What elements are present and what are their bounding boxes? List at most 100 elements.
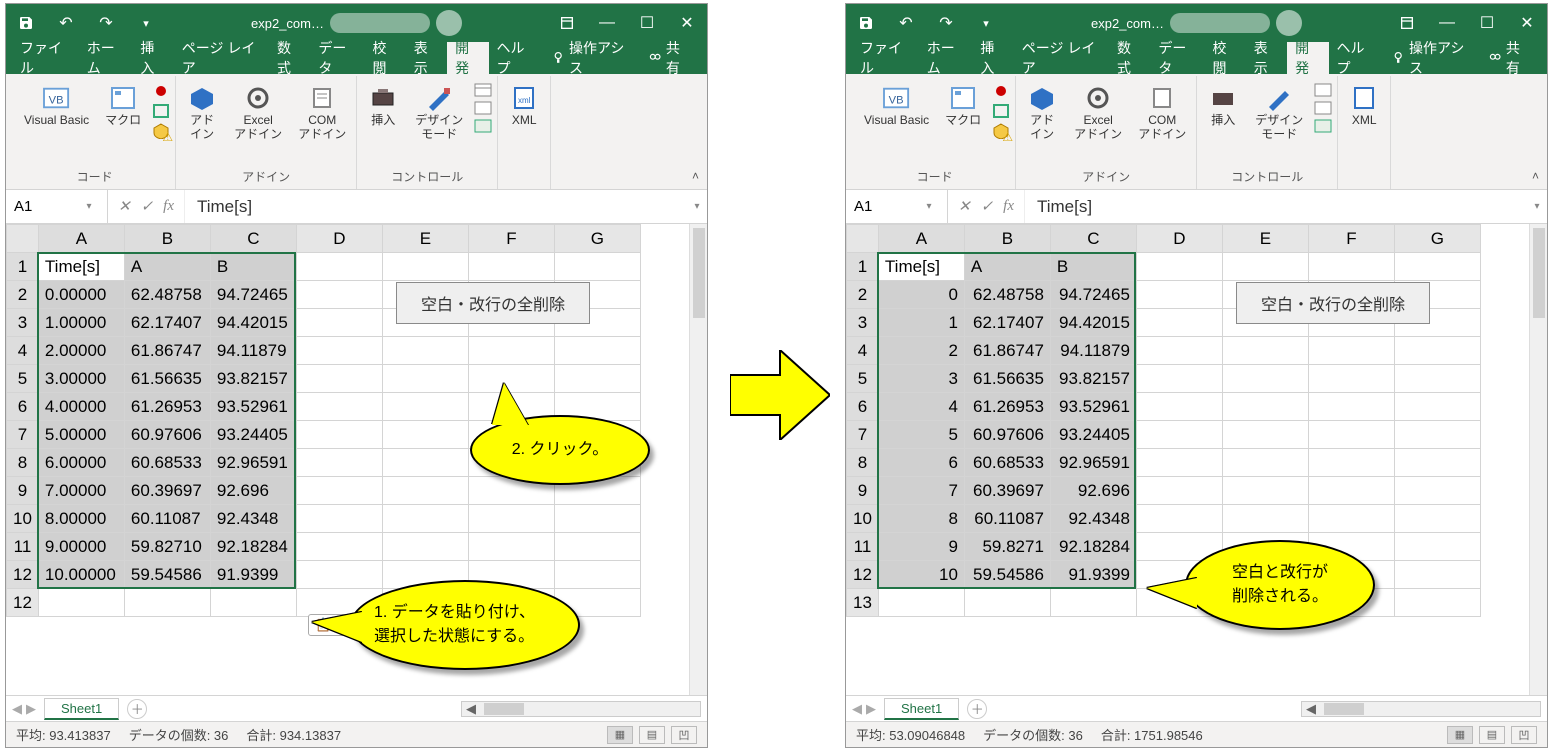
cell[interactable] <box>1394 449 1480 477</box>
addins-button[interactable]: アド イン <box>1020 82 1064 144</box>
collapse-ribbon-icon[interactable]: ˄ <box>1532 169 1539 183</box>
close-icon[interactable]: ✕ <box>667 4 707 42</box>
horizontal-scrollbar[interactable]: ◀ <box>461 701 701 717</box>
macro-security-icon[interactable] <box>151 122 171 140</box>
tab-view[interactable]: 表示 <box>406 42 447 74</box>
cell[interactable]: 2 <box>878 337 964 365</box>
macro-delete-spaces-button[interactable]: 空白・改行の全削除 <box>1236 282 1430 324</box>
save-icon[interactable] <box>846 4 886 42</box>
sheet-nav-prev-icon[interactable]: ◀ <box>852 701 862 717</box>
tab-tell-me[interactable]: 操作アシス <box>543 42 640 74</box>
cell[interactable] <box>1222 253 1308 281</box>
cell[interactable]: 93.24405 <box>1050 421 1136 449</box>
row-header[interactable]: 12 <box>847 561 879 589</box>
tab-share[interactable]: 共有 <box>640 42 699 74</box>
cell[interactable] <box>382 421 468 449</box>
cell[interactable]: 91.9399 <box>210 561 296 589</box>
cancel-formula-icon[interactable]: ✕ <box>958 197 971 216</box>
column-header[interactable]: E <box>1222 225 1308 253</box>
column-header[interactable]: B <box>124 225 210 253</box>
cell[interactable]: 59.54586 <box>124 561 210 589</box>
column-header[interactable]: E <box>382 225 468 253</box>
cell[interactable]: 61.56635 <box>124 365 210 393</box>
cell[interactable] <box>1308 393 1394 421</box>
cell[interactable] <box>124 589 210 617</box>
cell[interactable]: 60.97606 <box>124 421 210 449</box>
cell[interactable] <box>1308 365 1394 393</box>
properties-icon[interactable] <box>1313 82 1333 98</box>
cell[interactable] <box>1222 337 1308 365</box>
view-normal-icon[interactable]: ▦ <box>607 726 633 744</box>
cell[interactable] <box>1136 505 1222 533</box>
cell[interactable] <box>38 589 124 617</box>
cell[interactable]: 59.82710 <box>124 533 210 561</box>
row-header[interactable]: 12 <box>7 589 39 617</box>
tab-tell-me[interactable]: 操作アシス <box>1383 42 1480 74</box>
cell[interactable]: 93.52961 <box>210 393 296 421</box>
formula-input[interactable]: Time[s] <box>185 190 687 223</box>
cell[interactable]: B <box>210 253 296 281</box>
cell[interactable]: 5.00000 <box>38 421 124 449</box>
cell[interactable]: 0.00000 <box>38 281 124 309</box>
cell[interactable]: 60.68533 <box>124 449 210 477</box>
cell[interactable] <box>1136 281 1222 309</box>
column-header[interactable]: F <box>1308 225 1394 253</box>
cell[interactable] <box>382 253 468 281</box>
view-page-layout-icon[interactable]: ▤ <box>1479 726 1505 744</box>
relative-ref-icon[interactable] <box>991 102 1011 120</box>
cell[interactable] <box>1394 533 1480 561</box>
cell[interactable] <box>964 589 1050 617</box>
view-page-layout-icon[interactable]: ▤ <box>639 726 665 744</box>
cell[interactable]: 60.11087 <box>124 505 210 533</box>
row-header[interactable]: 2 <box>847 281 879 309</box>
tab-data[interactable]: データ <box>1150 42 1204 74</box>
redo-icon[interactable]: ↷ <box>926 4 966 42</box>
minimize-icon[interactable]: ― <box>1427 4 1467 42</box>
cell[interactable]: 60.68533 <box>964 449 1050 477</box>
cell[interactable] <box>1222 365 1308 393</box>
tab-file[interactable]: ファイル <box>12 42 79 74</box>
cell[interactable]: 6 <box>878 449 964 477</box>
cell[interactable]: 93.82157 <box>210 365 296 393</box>
cell[interactable] <box>1308 337 1394 365</box>
row-header[interactable]: 11 <box>7 533 39 561</box>
record-macro-icon[interactable] <box>991 82 1011 100</box>
cell[interactable]: 10.00000 <box>38 561 124 589</box>
cell[interactable]: 94.11879 <box>1050 337 1136 365</box>
column-header[interactable]: G <box>554 225 640 253</box>
vertical-scrollbar[interactable] <box>689 224 707 695</box>
collapse-ribbon-icon[interactable]: ˄ <box>692 169 699 183</box>
cell[interactable]: 62.17407 <box>964 309 1050 337</box>
cell[interactable] <box>296 309 382 337</box>
cell[interactable]: 94.42015 <box>1050 309 1136 337</box>
cell[interactable] <box>296 505 382 533</box>
tab-formulas[interactable]: 数式 <box>1109 42 1150 74</box>
cell[interactable] <box>1136 477 1222 505</box>
cell[interactable] <box>554 365 640 393</box>
tab-home[interactable]: ホーム <box>79 42 133 74</box>
cell[interactable]: 92.96591 <box>210 449 296 477</box>
xml-button[interactable]: XML <box>1342 82 1386 130</box>
cell[interactable] <box>1308 449 1394 477</box>
cell[interactable]: 92.18284 <box>210 533 296 561</box>
cell[interactable]: Time[s] <box>38 253 124 281</box>
visual-basic-button[interactable]: VBVisual Basic <box>858 82 935 130</box>
cell[interactable] <box>382 477 468 505</box>
tab-developer[interactable]: 開発 <box>447 42 488 74</box>
cell[interactable] <box>296 281 382 309</box>
column-header[interactable]: G <box>1394 225 1480 253</box>
undo-icon[interactable]: ↶ <box>46 4 86 42</box>
cell[interactable] <box>1394 253 1480 281</box>
cell[interactable] <box>1394 505 1480 533</box>
cell[interactable] <box>468 505 554 533</box>
minimize-icon[interactable]: ― <box>587 4 627 42</box>
maximize-icon[interactable]: ☐ <box>1467 4 1507 42</box>
cell[interactable] <box>382 337 468 365</box>
cell[interactable] <box>296 477 382 505</box>
row-header[interactable]: 3 <box>847 309 879 337</box>
enter-formula-icon[interactable]: ✓ <box>141 197 154 216</box>
cell[interactable]: 9 <box>878 533 964 561</box>
cell[interactable]: 62.17407 <box>124 309 210 337</box>
column-header[interactable]: F <box>468 225 554 253</box>
column-header[interactable]: A <box>878 225 964 253</box>
